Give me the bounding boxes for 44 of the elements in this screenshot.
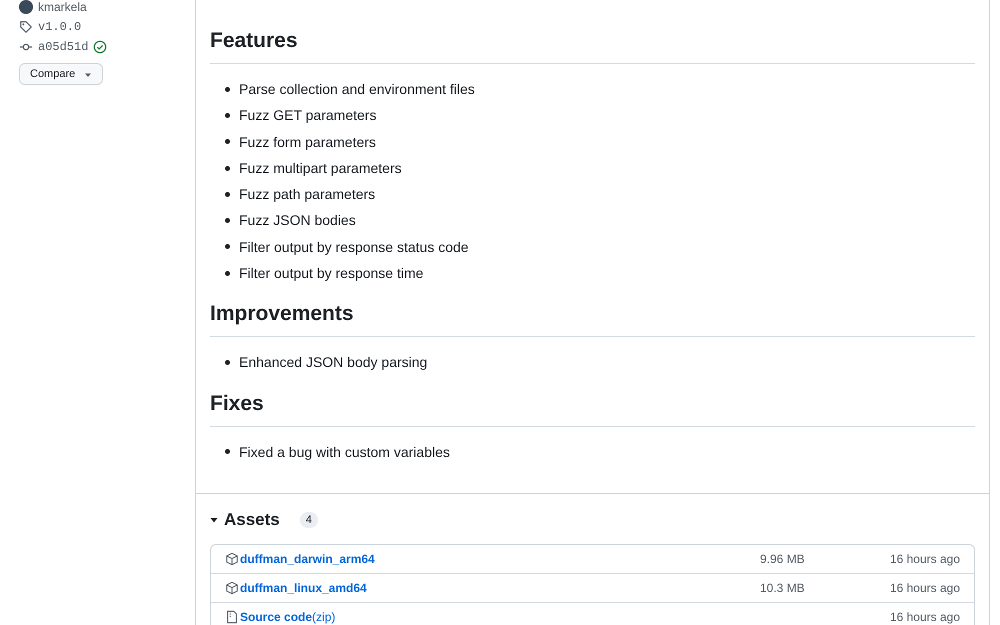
commit-link[interactable]: a05d51d [38,40,88,54]
asset-time: 16 hours ago [888,552,960,566]
list-item: Fuzz JSON bodies [239,211,356,230]
list-item: Fuzz GET parameters [239,106,376,126]
bullet [225,218,230,224]
asset-link[interactable]: duffman_darwin_arm64 [240,552,375,566]
caret-icon [84,71,92,79]
bullet [225,86,230,92]
package-icon [225,580,239,595]
avatar [19,0,33,14]
list-item: Fuzz multipart parameters [239,158,402,178]
list-item: Fuzz path parameters [239,185,376,204]
caret-icon[interactable] [210,516,218,524]
section-heading: Fixes [210,392,975,427]
asset-time: 16 hours ago [888,610,960,624]
section-heading: Features [210,29,975,64]
list-item: Parse collection and environment files [239,80,475,99]
bullet [225,192,230,197]
asset-count: 4 [300,512,318,528]
bullet [225,360,230,366]
bullet [225,139,230,144]
list-item: Filter output by response time [239,264,424,284]
bullet [225,270,230,276]
assets-heading[interactable]: Assets [224,510,280,530]
asset-size: 10.3 MB [760,580,806,595]
bullet [225,449,230,454]
asset-link[interactable]: duffman_linux_amd64 [240,580,367,595]
list-item: Enhanced JSON body parsing [239,353,428,372]
section-heading: Improvements [210,302,975,338]
file-zip-icon [225,610,239,624]
tag-link[interactable]: v1.0.0 [38,20,82,34]
bullet [225,244,230,250]
bullet [225,112,230,118]
list-item: Filter output by response status code [239,238,469,257]
list-item: Fixed a bug with custom variables [239,442,450,462]
bullet [225,166,230,171]
asset-time: 16 hours ago [888,580,960,595]
list-item: Fuzz form parameters [239,132,376,152]
package-icon [225,552,239,566]
asset-link[interactable]: Source code(zip) [240,610,336,624]
author-name[interactable]: kmarkela [38,0,87,14]
asset-size: 9.96 MB [760,552,806,566]
tag-icon [19,20,33,34]
compare-button[interactable]: Compare [19,63,104,85]
